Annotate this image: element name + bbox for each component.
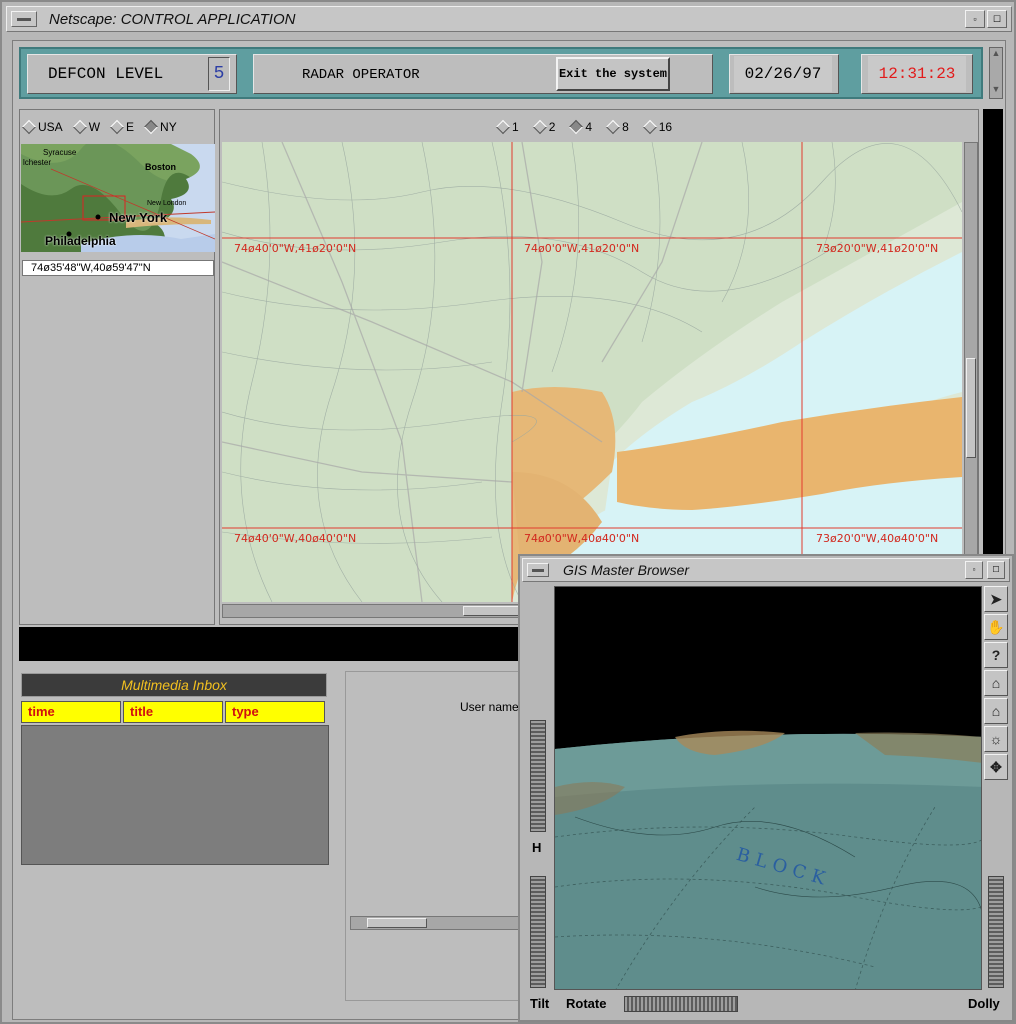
- inbox-column-time[interactable]: time: [21, 701, 121, 723]
- arrow-icon[interactable]: ➤: [984, 586, 1008, 612]
- time-box: 12:31:23: [861, 54, 973, 94]
- zoom-selector: 1 2 4 8 16: [495, 119, 672, 135]
- map-vertical-scrollbar[interactable]: [964, 142, 978, 602]
- map-panel: 1 2 4 8 16 74ø40'0"W,41ø20'0"N 74ø0'0"W,…: [219, 109, 979, 625]
- inbox-title: Multimedia Inbox: [21, 673, 327, 697]
- minimap-label-boston: Boston: [145, 162, 176, 172]
- gis-maximize-button[interactable]: ☐: [987, 561, 1005, 579]
- region-option-usa[interactable]: USA: [21, 119, 63, 135]
- scroll-thumb[interactable]: [463, 606, 523, 616]
- inbox-header-row: time title type: [21, 701, 329, 723]
- grid-label: 73ø20'0"W,40ø40'0"N: [816, 532, 939, 545]
- window-menu-button[interactable]: [11, 11, 37, 27]
- minimap-label-newlondon: New London: [147, 200, 187, 207]
- status-header: DEFCON LEVEL 5 RADAR OPERATOR Exit the s…: [19, 47, 983, 99]
- h-thumbwheel[interactable]: [530, 720, 546, 832]
- grid-label: 74ø40'0"W,40ø40'0"N: [234, 532, 357, 545]
- role-label: RADAR OPERATOR: [302, 67, 420, 83]
- hand-icon[interactable]: ✋: [984, 614, 1008, 640]
- seek-icon[interactable]: ✥: [984, 754, 1008, 780]
- zoom-option-2[interactable]: 2: [532, 119, 555, 135]
- dolly-label: Dolly: [968, 996, 1000, 1011]
- grid-label: 73ø20'0"W,41ø20'0"N: [816, 242, 939, 255]
- zoom-option-1[interactable]: 1: [495, 119, 519, 135]
- radio-diamond-icon[interactable]: [605, 119, 621, 135]
- zoom-option-8[interactable]: 8: [605, 119, 629, 135]
- date-display: 02/26/97: [734, 56, 832, 92]
- window-title: Netscape: CONTROL APPLICATION: [49, 11, 296, 28]
- scroll-up-icon[interactable]: ▲: [990, 48, 1002, 58]
- cursor-coordinate: 74ø35'48"W,40ø59'47"N: [22, 260, 214, 276]
- set-home-icon[interactable]: ⌂: [984, 698, 1008, 724]
- region-option-e[interactable]: E: [109, 119, 134, 135]
- inbox-list[interactable]: [21, 725, 329, 865]
- radio-diamond-icon[interactable]: [495, 119, 511, 135]
- header-scrollbar[interactable]: ▲ ▼: [989, 47, 1003, 99]
- map-side-strip: [983, 109, 1003, 625]
- maximize-button[interactable]: ☐: [987, 10, 1007, 28]
- grid-label: 74ø0'0"W,41ø20'0"N: [524, 242, 640, 255]
- minimap-label-lchester: lchester: [23, 158, 52, 167]
- radio-diamond-icon[interactable]: [72, 119, 87, 135]
- radio-diamond-icon[interactable]: [21, 119, 37, 135]
- rotate-thumbwheel[interactable]: [624, 996, 738, 1012]
- grid-label: 74ø0'0"W,40ø40'0"N: [524, 532, 640, 545]
- radio-diamond-selected-icon[interactable]: [569, 119, 584, 135]
- gis-title: GIS Master Browser: [563, 562, 690, 578]
- defcon-box: DEFCON LEVEL 5: [27, 54, 237, 94]
- region-panel: USA W E NY New York Philadelphia Boston …: [19, 109, 215, 625]
- region-option-w[interactable]: W: [72, 119, 100, 135]
- home-icon[interactable]: ⌂: [984, 670, 1008, 696]
- gis-toolbar: ➤ ✋ ? ⌂ ⌂ ☼ ✥: [984, 586, 1010, 780]
- username-label: User name: [460, 700, 519, 714]
- app-window: Netscape: CONTROL APPLICATION ▫ ☐ DEFCON…: [0, 0, 1016, 1024]
- multimedia-inbox: Multimedia Inbox time title type: [19, 671, 331, 867]
- zoom-option-16[interactable]: 16: [642, 119, 672, 135]
- radio-diamond-icon[interactable]: [642, 119, 657, 135]
- topographic-map[interactable]: 74ø40'0"W,41ø20'0"N 74ø0'0"W,41ø20'0"N 7…: [222, 142, 962, 602]
- minimap-label-newyork: New York: [109, 210, 168, 225]
- grid-label: 74ø40'0"W,41ø20'0"N: [234, 242, 357, 255]
- date-box: 02/26/97: [729, 54, 839, 94]
- radio-diamond-icon[interactable]: [532, 119, 547, 135]
- window-titlebar[interactable]: Netscape: CONTROL APPLICATION ▫ ☐: [6, 6, 1012, 32]
- radio-diamond-icon[interactable]: [109, 119, 125, 135]
- gis-titlebar[interactable]: GIS Master Browser ▫ ☐: [522, 558, 1010, 582]
- scroll-thumb[interactable]: [966, 358, 976, 458]
- tilt-thumbwheel[interactable]: [530, 876, 546, 988]
- inbox-column-type[interactable]: type: [225, 701, 325, 723]
- exit-button[interactable]: Exit the system: [556, 57, 670, 91]
- radio-diamond-selected-icon[interactable]: [143, 119, 159, 135]
- view-all-icon[interactable]: ☼: [984, 726, 1008, 752]
- region-selector: USA W E NY: [21, 119, 177, 135]
- h-wheel-label: H: [532, 840, 542, 855]
- gis-browser-window: GIS Master Browser ▫ ☐ BLOCK ➤ ✋ ? ⌂ ⌂ ☼…: [518, 554, 1014, 1022]
- help-icon[interactable]: ?: [984, 642, 1008, 668]
- defcon-value: 5: [208, 57, 230, 91]
- tilt-label: Tilt: [530, 996, 550, 1011]
- zoom-option-4[interactable]: 4: [569, 119, 592, 135]
- dolly-thumbwheel[interactable]: [988, 876, 1004, 988]
- time-display: 12:31:23: [868, 56, 966, 92]
- region-option-ny[interactable]: NY: [143, 119, 177, 135]
- gis-menu-button[interactable]: [527, 563, 549, 577]
- minimap-label-syracuse: Syracuse: [43, 148, 77, 157]
- inbox-column-title[interactable]: title: [123, 701, 223, 723]
- scroll-thumb[interactable]: [367, 918, 427, 928]
- rotate-label: Rotate: [566, 996, 607, 1011]
- overview-minimap[interactable]: New York Philadelphia Boston Syracuse Ne…: [21, 144, 215, 252]
- gis-minimize-button[interactable]: ▫: [965, 561, 983, 579]
- minimize-button[interactable]: ▫: [965, 10, 985, 28]
- scroll-down-icon[interactable]: ▼: [990, 84, 1002, 94]
- minimap-label-philadelphia: Philadelphia: [45, 234, 116, 248]
- role-box: RADAR OPERATOR Exit the system: [253, 54, 713, 94]
- defcon-label: DEFCON LEVEL: [48, 65, 164, 83]
- globe-viewport[interactable]: BLOCK: [554, 586, 982, 990]
